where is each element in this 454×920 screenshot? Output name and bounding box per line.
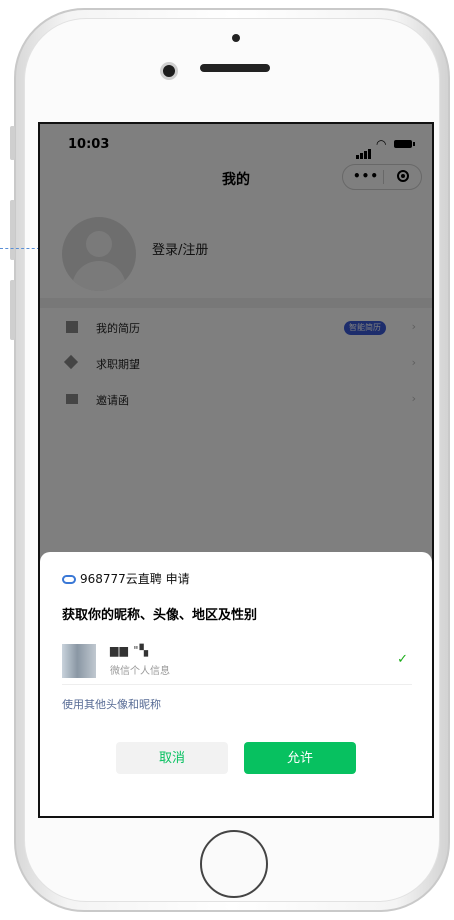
use-other-avatar-link[interactable]: 使用其他头像和昵称	[62, 696, 161, 712]
volume-up-button	[10, 200, 15, 260]
cancel-button[interactable]: 取消	[116, 742, 228, 774]
cloud-icon	[62, 575, 76, 584]
proximity-sensor	[232, 34, 240, 42]
allow-button[interactable]: 允许	[244, 742, 356, 774]
user-nickname: ▆▆ "▚	[110, 644, 149, 657]
sheet-header: 968777云直聘 申请	[62, 570, 190, 587]
user-info-label: 微信个人信息	[110, 666, 170, 677]
sheet-title: 获取你的昵称、头像、地区及性别	[62, 608, 258, 623]
guide-line	[0, 248, 40, 249]
earpiece-speaker	[200, 64, 270, 72]
check-icon: ✓	[397, 652, 408, 667]
authorization-sheet: 968777云直聘 申请 获取你的昵称、头像、地区及性别 ▆▆ "▚ 微信个人信…	[40, 552, 432, 816]
wechat-profile-option[interactable]: ▆▆ "▚ 微信个人信息 ✓	[62, 638, 412, 685]
volume-down-button	[10, 280, 15, 340]
front-camera	[160, 62, 178, 80]
home-button[interactable]	[200, 830, 268, 898]
user-avatar	[62, 644, 96, 678]
app-request-text: 968777云直聘 申请	[80, 572, 190, 586]
app-screen: 10:03 ◠ 我的 ••• 登录/注册 我的简历 智能简历 › 求职期望 › …	[38, 122, 434, 818]
mute-switch	[10, 126, 15, 160]
